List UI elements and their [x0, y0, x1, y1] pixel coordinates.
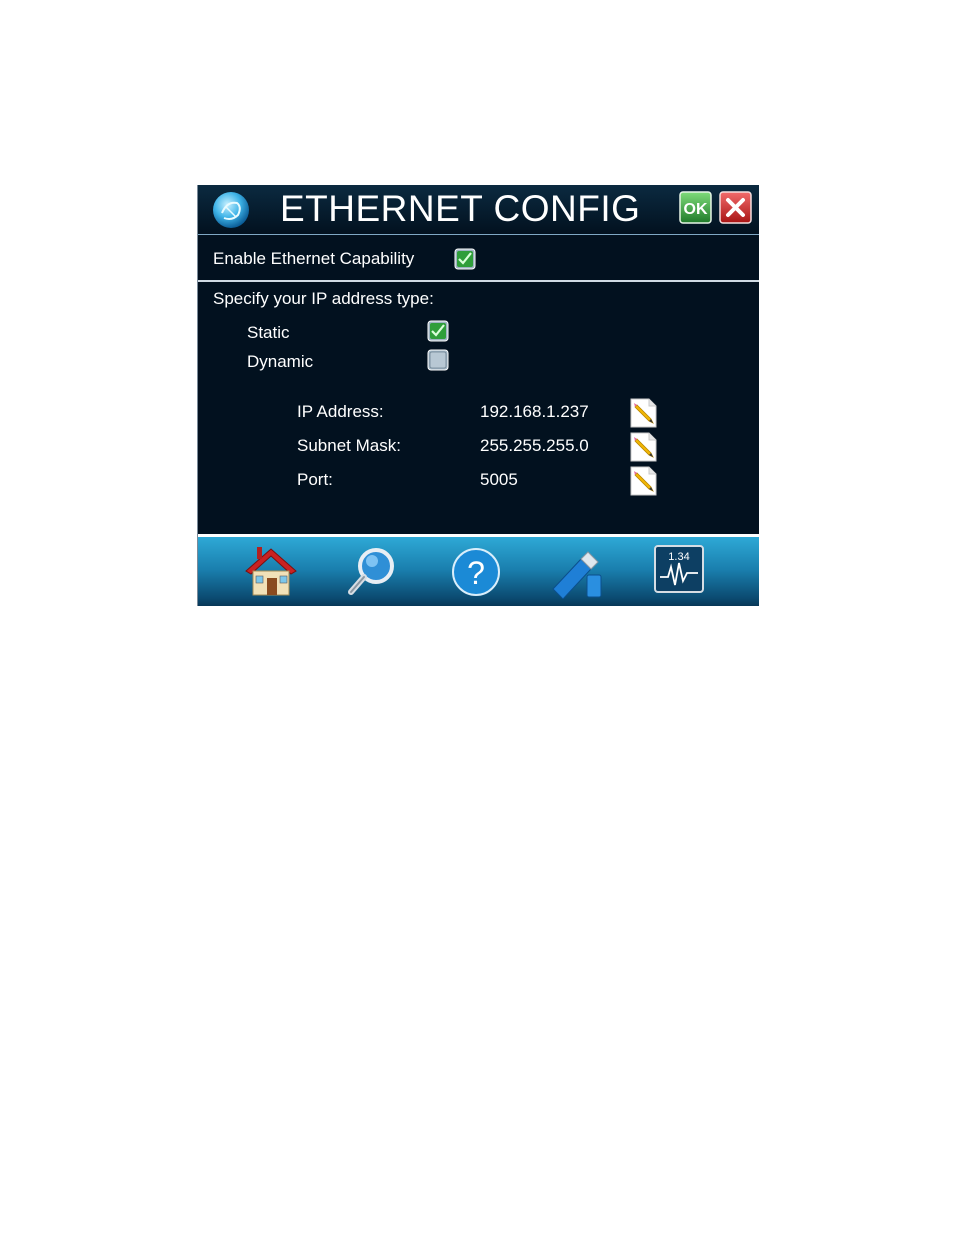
dynamic-option-label: Dynamic — [247, 352, 314, 371]
dynamic-checkbox[interactable] — [427, 349, 449, 371]
enable-ethernet-label: Enable Ethernet Capability — [213, 249, 415, 268]
header-bar: ETHERNET CONFIG OK — [198, 185, 759, 235]
ip-address-label: IP Address: — [297, 402, 384, 421]
help-icon[interactable]: ? — [447, 545, 505, 599]
enable-ethernet-row: Enable Ethernet Capability — [198, 235, 759, 282]
ip-type-prompt: Specify your IP address type: — [213, 289, 434, 308]
monitor-button[interactable]: 1.34 — [654, 545, 704, 593]
home-icon[interactable] — [242, 545, 300, 599]
ok-icon: OK — [679, 191, 712, 224]
static-option-label: Static — [247, 323, 290, 342]
search-icon[interactable] — [344, 545, 402, 599]
static-checkbox[interactable] — [427, 320, 449, 342]
monitor-readout: 1.34 — [668, 551, 689, 563]
enable-ethernet-checkbox[interactable] — [454, 248, 476, 270]
globe-logo-icon — [213, 192, 249, 228]
ok-label: OK — [684, 201, 708, 218]
pencil-edit-icon[interactable] — [629, 398, 657, 428]
port-value: 5005 — [480, 470, 518, 489]
port-label: Port: — [297, 470, 333, 489]
monitor-icon: 1.34 — [654, 545, 704, 593]
page-title: ETHERNET CONFIG — [280, 188, 641, 229]
svg-text:?: ? — [467, 555, 485, 591]
pencil-edit-icon[interactable] — [629, 432, 657, 462]
ethernet-config-screen: ETHERNET CONFIG OK Enable Ethernet Capab… — [197, 185, 759, 606]
subnet-mask-value: 255.255.255.0 — [480, 436, 589, 455]
ip-address-value: 192.168.1.237 — [480, 402, 589, 421]
subnet-mask-label: Subnet Mask: — [297, 436, 401, 455]
footer-nav-bar: ? 1.34 — [198, 534, 759, 606]
cancel-button[interactable] — [719, 191, 752, 224]
close-icon — [719, 191, 752, 224]
pencil-edit-icon[interactable] — [629, 466, 657, 496]
ok-button[interactable]: OK — [679, 191, 712, 224]
usb-drive-icon[interactable] — [547, 545, 605, 599]
